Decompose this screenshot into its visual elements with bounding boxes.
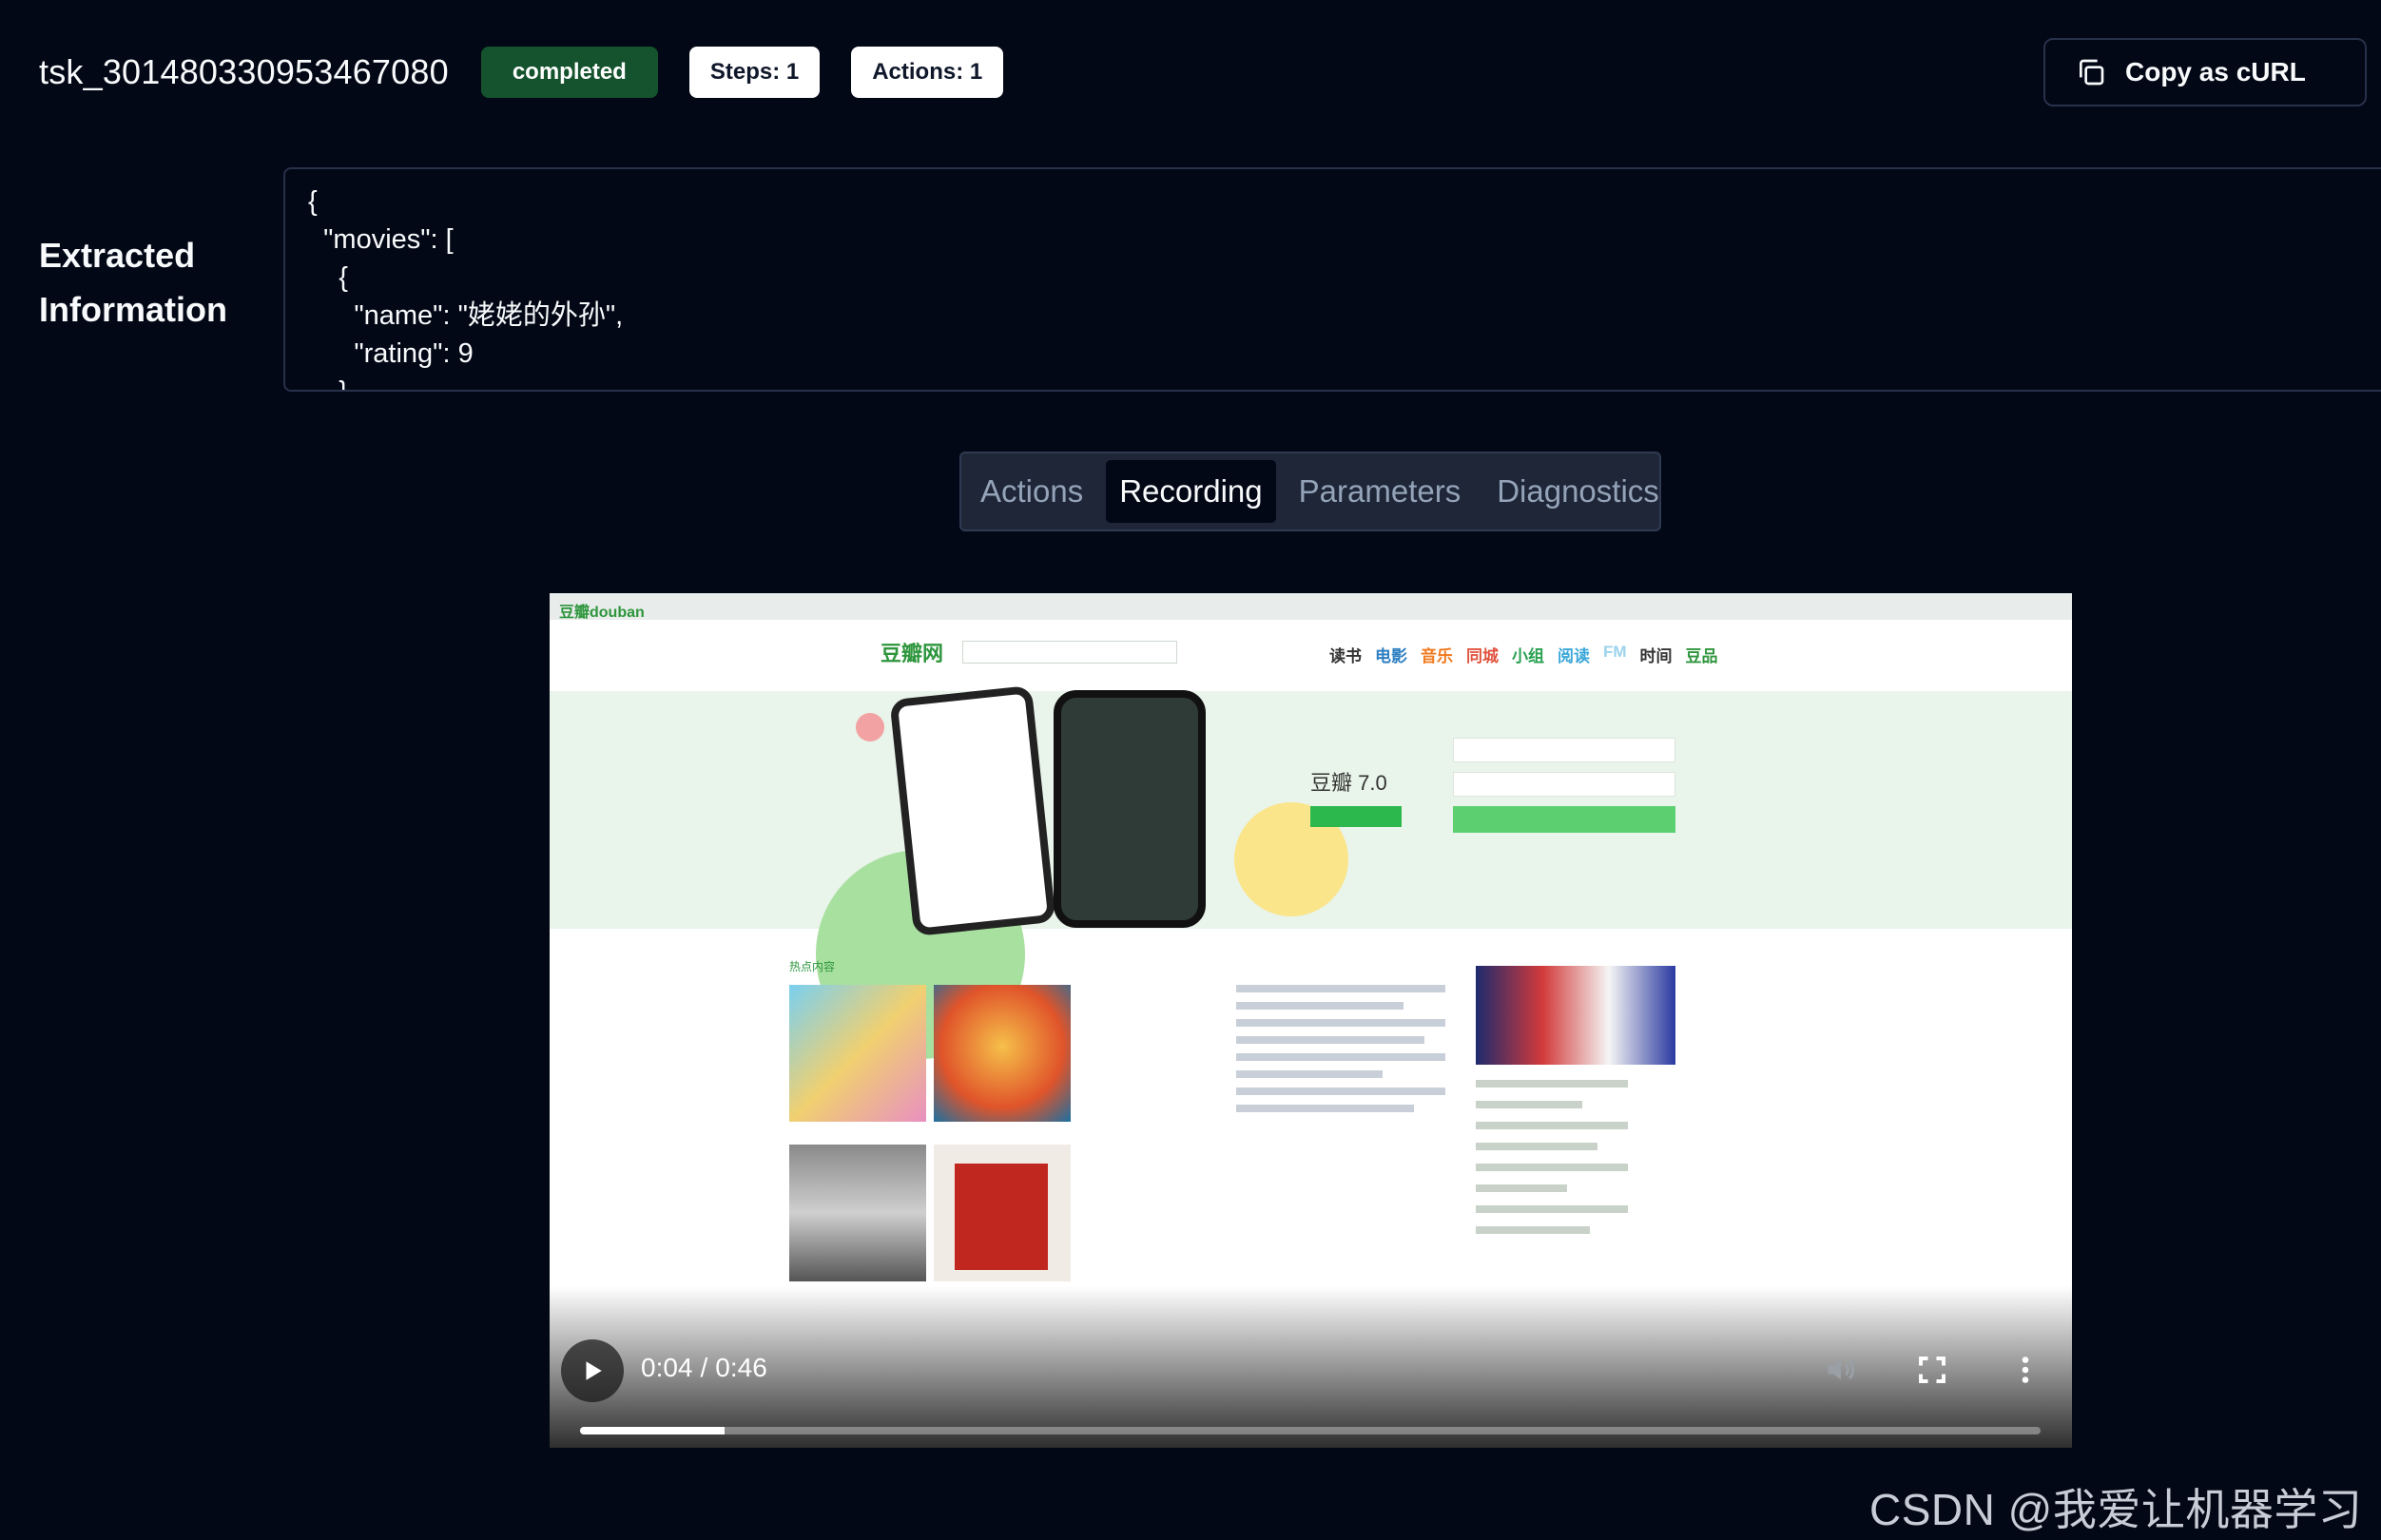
site-search-input <box>962 641 1177 664</box>
video-controls: 0:04 / 0:46 <box>550 1286 2072 1448</box>
time-separator: / <box>700 1353 708 1382</box>
hot-content-title: 热点内容 <box>789 960 836 973</box>
site-nav-item: 同城 <box>1466 647 1499 665</box>
content-thumbnail <box>789 1145 926 1281</box>
site-nav-item: 小组 <box>1512 647 1544 665</box>
steps-badge: Steps: 1 <box>688 47 821 98</box>
content-text-list <box>1236 985 1445 1122</box>
video-progress-bar[interactable] <box>580 1427 2041 1434</box>
status-badge: completed <box>480 47 658 98</box>
promo-poster <box>1476 966 1675 1065</box>
extracted-label-line1: Extracted <box>39 236 196 275</box>
site-nav-item: 电影 <box>1375 647 1407 665</box>
task-id: tsk_301480330953467080 <box>39 52 449 91</box>
download-app-button <box>1310 806 1402 827</box>
fullscreen-icon[interactable] <box>1915 1353 1949 1387</box>
site-logo: 豆瓣网 <box>881 642 944 665</box>
site-nav: 读书 电影 音乐 同城 小组 阅读 FM 时间 豆品 <box>1329 643 1718 666</box>
recording-video-player[interactable]: 豆瓣douban 豆瓣网 读书 电影 音乐 同城 小组 阅读 FM 时间 豆品 豆瓣 7.0 热… <box>550 593 2072 1448</box>
more-vertical-icon[interactable] <box>2008 1353 2042 1387</box>
video-progress-fill <box>580 1427 725 1434</box>
content-thumbnail <box>789 985 926 1122</box>
volume-icon[interactable] <box>1824 1353 1858 1387</box>
tab-diagnostics[interactable]: Diagnostics <box>1483 460 1673 523</box>
actions-badge: Actions: 1 <box>851 47 1004 98</box>
tab-recording[interactable]: Recording <box>1106 460 1276 523</box>
play-icon <box>586 1361 602 1380</box>
extracted-label-line2: Information <box>39 290 227 329</box>
extracted-json-viewer[interactable]: { "movies": [ { "name": "姥姥的外孙", "rating… <box>283 167 2381 392</box>
phone-mockup <box>889 684 1056 937</box>
copy-as-curl-button[interactable]: Copy as cURL <box>2043 38 2367 106</box>
time-display: 0:04 / 0:46 <box>641 1353 767 1383</box>
copy-icon <box>2080 59 2104 86</box>
content-thumbnail <box>934 985 1071 1122</box>
login-panel <box>1453 703 1675 903</box>
play-button[interactable] <box>561 1339 624 1402</box>
app-title: 豆瓣 7.0 <box>1310 771 1387 795</box>
detail-tabs: Actions Recording Parameters Diagnostics <box>959 452 1661 531</box>
site-nav-item: 音乐 <box>1421 647 1453 665</box>
extracted-json-text: { "movies": [ { "name": "姥姥的外孙", "rating… <box>308 186 624 392</box>
hero-decoration <box>856 713 884 741</box>
tab-actions[interactable]: Actions <box>967 460 1096 523</box>
task-header: tsk_301480330953467080 completed Steps: … <box>39 44 2381 101</box>
extracted-information-label: Extracted Information <box>39 228 258 337</box>
phone-mockup <box>1054 690 1206 928</box>
tab-parameters[interactable]: Parameters <box>1286 460 1475 523</box>
current-time: 0:04 <box>641 1353 693 1382</box>
favicon: 豆瓣douban <box>559 605 645 621</box>
watermark: CSDN @我爱让机器学习 <box>1869 1485 2363 1534</box>
site-nav-item: FM <box>1603 643 1627 661</box>
hot-topics-list <box>1476 1080 1628 1247</box>
copy-as-curl-label: Copy as cURL <box>2125 57 2306 87</box>
site-nav-item: 时间 <box>1639 647 1673 665</box>
site-nav-item: 阅读 <box>1558 647 1590 665</box>
duration: 0:46 <box>715 1353 767 1382</box>
browser-bar: 豆瓣douban <box>550 593 2072 621</box>
content-thumbnail <box>934 1145 1071 1281</box>
site-nav-item: 读书 <box>1329 647 1362 665</box>
site-nav-item: 豆品 <box>1685 647 1718 665</box>
